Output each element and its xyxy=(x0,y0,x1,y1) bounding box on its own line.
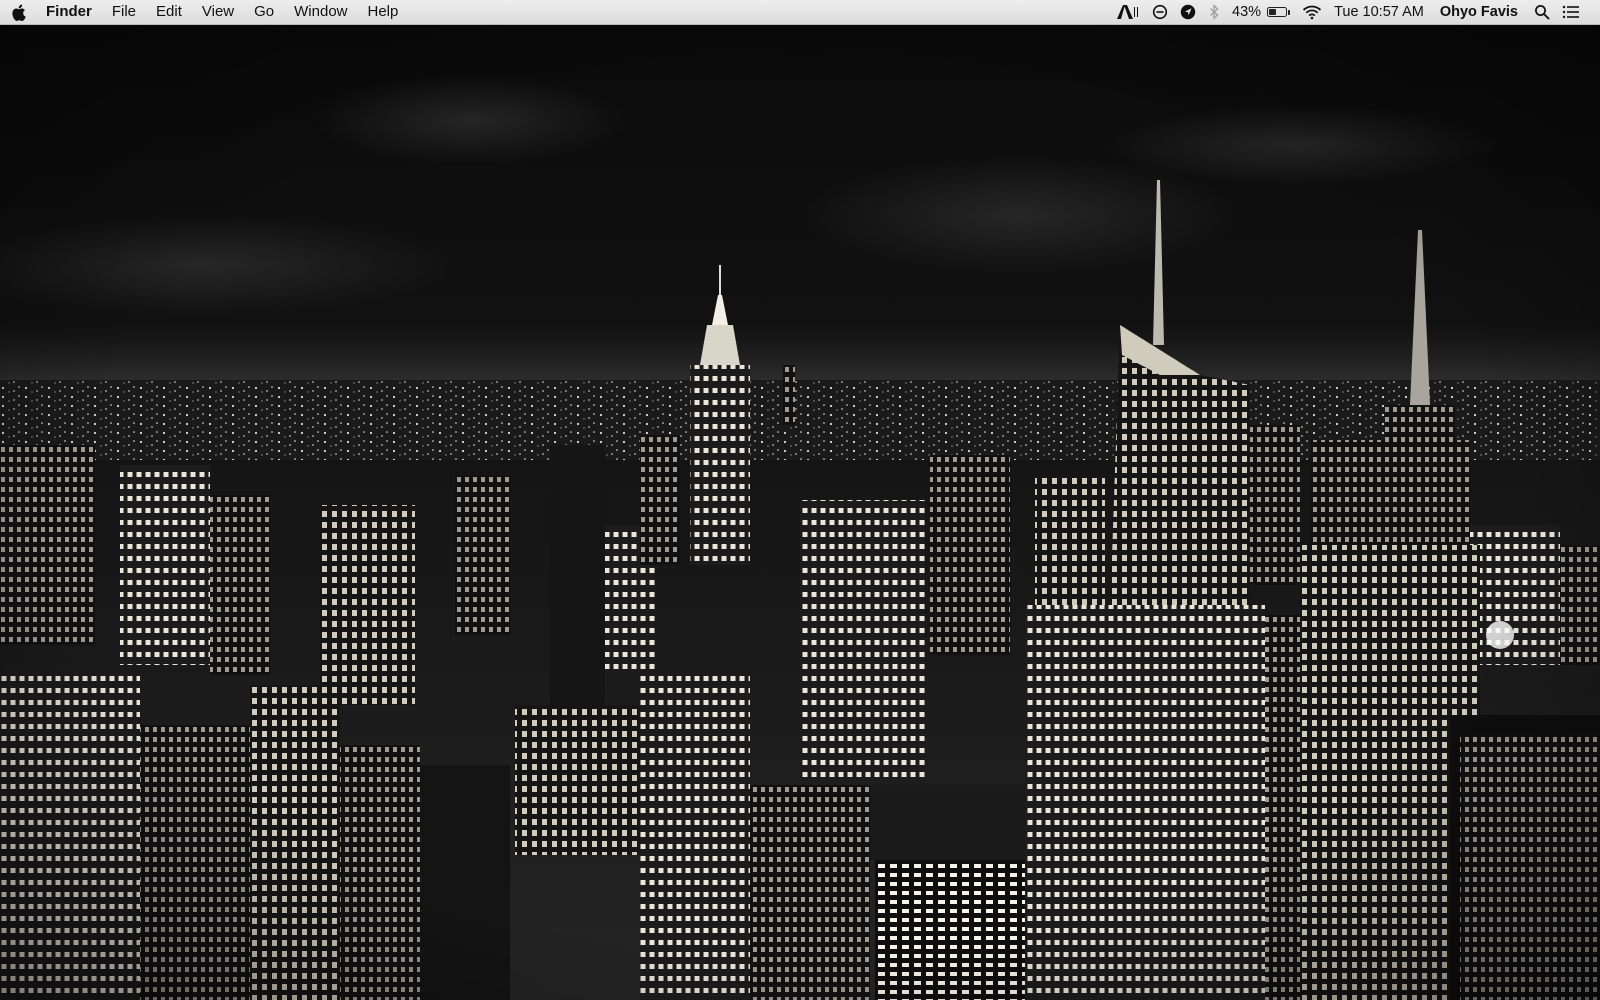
desktop[interactable] xyxy=(0,25,1600,1000)
apple-icon xyxy=(11,4,26,21)
battery-icon xyxy=(1267,7,1288,17)
menu-window[interactable]: Window xyxy=(284,0,357,24)
status-menus: 43% Tue 10:57 AM Ohyo Favis xyxy=(1110,0,1600,24)
wifi-menu-extra[interactable] xyxy=(1296,0,1328,24)
notification-center-icon xyxy=(1562,5,1579,19)
spotlight-button[interactable] xyxy=(1528,0,1556,24)
notification-center-button[interactable] xyxy=(1556,0,1586,24)
spotlight-icon xyxy=(1535,5,1550,20)
menu-edit[interactable]: Edit xyxy=(146,0,192,24)
bluetooth-icon xyxy=(1210,4,1219,20)
vignette xyxy=(0,25,1600,1000)
dnd-icon xyxy=(1152,4,1168,20)
battery-menu-extra[interactable] xyxy=(1267,0,1296,24)
fast-user-switch[interactable]: Ohyo Favis xyxy=(1430,0,1528,24)
location-icon xyxy=(1180,4,1196,20)
menu-bar-left: Finder File Edit View Go Window Help xyxy=(0,0,408,24)
clock[interactable]: Tue 10:57 AM xyxy=(1328,0,1430,24)
battery-percent[interactable]: 43% xyxy=(1226,0,1267,24)
menu-view[interactable]: View xyxy=(192,0,244,24)
menu-go[interactable]: Go xyxy=(244,0,284,24)
apple-menu[interactable] xyxy=(0,0,36,24)
desktop-wallpaper xyxy=(0,25,1600,1000)
menu-file[interactable]: File xyxy=(102,0,146,24)
wifi-icon xyxy=(1302,5,1322,20)
app-menu-finder[interactable]: Finder xyxy=(36,0,102,24)
bluetooth-menu-extra[interactable] xyxy=(1202,0,1226,24)
battery-cap xyxy=(1288,9,1291,15)
menu-help[interactable]: Help xyxy=(358,0,409,24)
location-menu-extra[interactable] xyxy=(1174,0,1202,24)
battery-level xyxy=(1269,9,1276,15)
dnd-menu-extra[interactable] xyxy=(1146,0,1174,24)
adobe-icon xyxy=(1117,5,1139,19)
adobe-menu-extra[interactable] xyxy=(1110,0,1146,24)
menu-bar: Finder File Edit View Go Window Help 43%… xyxy=(0,0,1600,25)
